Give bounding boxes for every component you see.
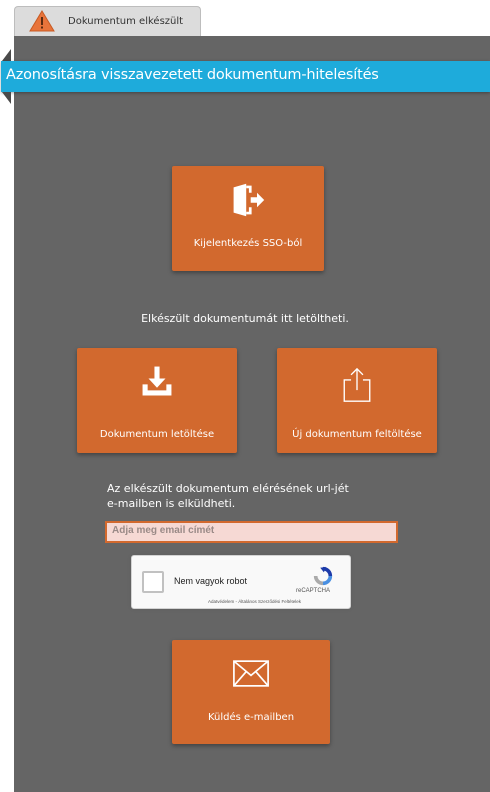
tab-label: Dokumentum elkészült — [68, 16, 184, 27]
mail-icon — [233, 660, 269, 687]
recaptcha-brand: reCAPTCHA — [296, 588, 331, 594]
send-email-label: Küldés e-mailben — [207, 712, 295, 723]
recaptcha-checkbox[interactable] — [142, 571, 164, 593]
sso-logout-label: Kijelentkezés SSO-ból — [193, 238, 303, 249]
recaptcha-links[interactable]: Adatvédelem - Általános Szerződési Felté… — [208, 599, 301, 604]
download-info-text: Elkészült dokumentumát itt letöltheti. — [141, 312, 349, 325]
ribbon-fold-top — [2, 49, 11, 61]
email-info-line-2: e-mailben is elküldheti. — [107, 497, 236, 510]
email-info-text: Az elkészült dokumentum elérésének url-j… — [107, 481, 407, 511]
page-title: Azonosításra visszavezetett dokumentum-h… — [6, 67, 379, 83]
upload-document-button[interactable]: Új dokumentum feltöltése — [277, 348, 437, 453]
send-email-button[interactable]: Küldés e-mailben — [172, 640, 330, 744]
app-root: Dokumentum elkészült Azonosításra vissza… — [0, 0, 490, 792]
upload-document-label: Új dokumentum feltöltése — [292, 429, 422, 440]
email-info-line-1: Az elkészült dokumentum elérésének url-j… — [107, 482, 349, 495]
page-header: Azonosításra visszavezetett dokumentum-h… — [1, 61, 490, 92]
warning-icon — [29, 10, 55, 32]
tab-document-ready[interactable]: Dokumentum elkészült — [14, 6, 201, 36]
sso-logout-button[interactable]: Kijelentkezés SSO-ból — [172, 166, 324, 271]
ribbon-fold-bottom — [2, 92, 11, 104]
download-icon — [142, 366, 172, 396]
recaptcha-widget: Nem vagyok robot reCAPTCHA Adatvédelem -… — [131, 555, 351, 609]
email-input[interactable]: Adja meg email címét — [105, 521, 398, 543]
recaptcha-label: Nem vagyok robot — [174, 576, 248, 586]
download-document-button[interactable]: Dokumentum letöltése — [77, 348, 237, 453]
upload-icon — [343, 367, 371, 402]
logout-door-icon — [233, 183, 265, 217]
recaptcha-logo-icon — [313, 566, 333, 586]
download-document-label: Dokumentum letöltése — [99, 429, 215, 440]
